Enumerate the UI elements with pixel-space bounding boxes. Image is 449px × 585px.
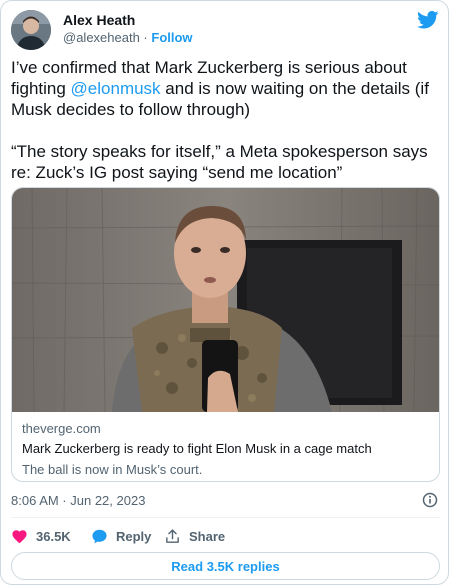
link-description: The ball is now in Musk’s court. (22, 462, 203, 477)
share-button[interactable]: Share (164, 525, 225, 547)
share-icon (166, 528, 179, 543)
author-name[interactable]: Alex Heath (63, 12, 135, 28)
divider (11, 517, 440, 518)
link-title[interactable]: Mark Zuckerberg is ready to fight Elon M… (22, 439, 432, 458)
link-preview-card[interactable]: theverge.com Mark Zuckerberg is ready to… (11, 187, 440, 482)
reply-label: Reply (116, 528, 152, 544)
author-handle-line: @alexeheath · Follow (63, 30, 193, 45)
like-button[interactable]: 36.5K (11, 525, 71, 547)
link-preview-image (12, 188, 439, 413)
action-bar: 36.5K Reply Share (11, 525, 441, 547)
reply-button[interactable]: Reply (91, 525, 151, 547)
link-domain: theverge.com (22, 421, 101, 436)
tweet-text: I’ve confirmed that Mark Zuckerberg is s… (11, 57, 441, 204)
link-preview-meta: theverge.com Mark Zuckerberg is ready to… (22, 420, 432, 479)
like-count: 36.5K (36, 528, 71, 544)
reply-bubble-icon (92, 529, 107, 543)
mention-link[interactable]: @elonmusk (71, 79, 161, 98)
twitter-bird-icon[interactable] (417, 10, 439, 30)
heart-icon (12, 529, 27, 543)
follow-button[interactable]: Follow (151, 30, 192, 45)
tweet-header: Alex Heath @alexeheath · Follow (11, 10, 439, 50)
read-replies-button[interactable]: Read 3.5K replies (11, 552, 440, 580)
info-icon[interactable] (422, 492, 438, 508)
author-avatar[interactable] (11, 10, 51, 50)
tweet-paragraph-1: I’ve confirmed that Mark Zuckerberg is s… (11, 57, 441, 120)
share-label: Share (189, 528, 226, 544)
tweet-embed-card: Alex Heath @alexeheath · Follow I’ve con… (0, 0, 449, 585)
author-handle[interactable]: @alexeheath (63, 30, 140, 45)
tweet-timestamp[interactable]: 8:06 AM · Jun 22, 2023 (11, 493, 145, 508)
handle-separator: · (139, 30, 152, 45)
tweet-paragraph-2: “The story speaks for itself,” a Meta sp… (11, 142, 428, 182)
